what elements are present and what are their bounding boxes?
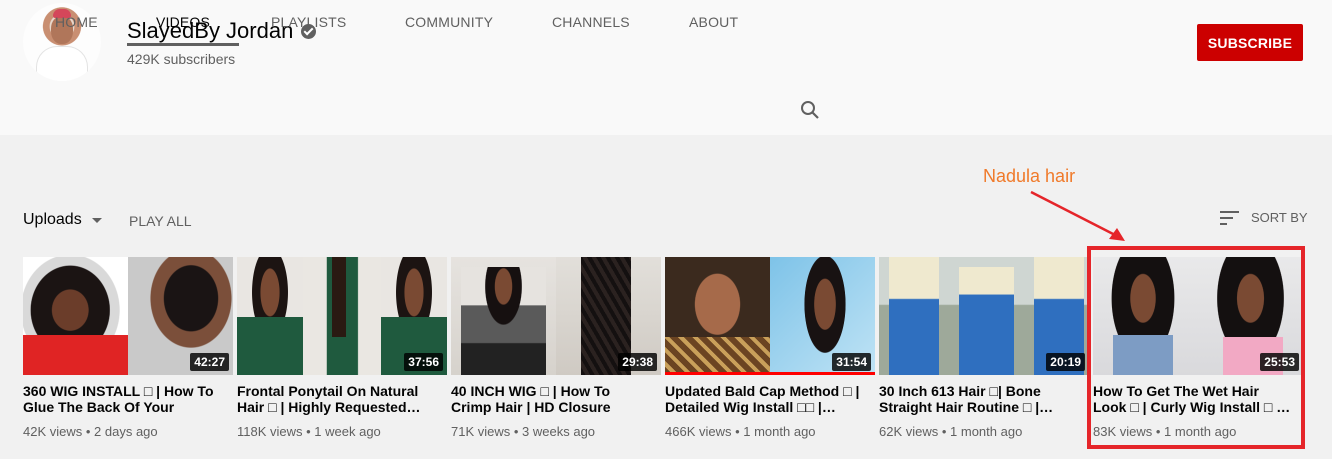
tab-community[interactable]: COMMUNITY bbox=[405, 0, 493, 46]
tab-about[interactable]: ABOUT bbox=[689, 0, 738, 46]
video-card[interactable]: 29:38 40 INCH WIG □ | How To Crimp Hair … bbox=[451, 257, 661, 439]
sort-icon bbox=[1220, 210, 1239, 225]
video-age: 2 days ago bbox=[94, 424, 158, 439]
video-thumbnail[interactable]: 31:54 bbox=[665, 257, 875, 375]
video-age: 1 week ago bbox=[314, 424, 381, 439]
video-card[interactable]: 31:54 Updated Bald Cap Method □ | Detail… bbox=[665, 257, 875, 439]
play-all-button[interactable]: PLAY ALL bbox=[129, 213, 192, 229]
video-duration: 37:56 bbox=[404, 353, 443, 371]
video-duration: 20:19 bbox=[1046, 353, 1085, 371]
video-title[interactable]: Frontal Ponytail On Natural Hair □ | Hig… bbox=[237, 383, 437, 415]
channel-header: SlayedBy Jordan 429K subscribers SUBSCRI… bbox=[0, 0, 1332, 135]
annotation-label: Nadula hair bbox=[983, 166, 1076, 186]
video-thumbnail[interactable]: 20:19 bbox=[879, 257, 1089, 375]
video-age: 1 month ago bbox=[743, 424, 816, 439]
video-views: 466K views bbox=[665, 424, 732, 439]
video-age: 1 month ago bbox=[950, 424, 1023, 439]
search-icon[interactable] bbox=[800, 100, 820, 120]
subscriber-count: 429K subscribers bbox=[127, 51, 236, 67]
video-meta: 62K views • 1 month ago bbox=[879, 424, 1023, 439]
video-card[interactable]: 20:19 30 Inch 613 Hair □| Bone Straight … bbox=[879, 257, 1089, 439]
caret-down-icon bbox=[91, 217, 102, 223]
video-title[interactable]: Updated Bald Cap Method □ | Detailed Wig… bbox=[665, 383, 865, 415]
video-duration: 42:27 bbox=[190, 353, 229, 371]
sort-by-button[interactable]: SORT BY bbox=[1220, 210, 1308, 225]
uploads-dropdown[interactable]: Uploads bbox=[23, 211, 102, 229]
video-views: 71K views bbox=[451, 424, 511, 439]
video-card[interactable]: 37:56 Frontal Ponytail On Natural Hair □… bbox=[237, 257, 447, 439]
video-thumbnail[interactable]: 29:38 bbox=[451, 257, 661, 375]
subscribe-button[interactable]: SUBSCRIBE bbox=[1197, 24, 1303, 61]
annotation-highlight-box bbox=[1087, 246, 1305, 449]
video-meta: 71K views • 3 weeks ago bbox=[451, 424, 596, 439]
video-meta: 466K views • 1 month ago bbox=[665, 424, 816, 439]
sort-by-label: SORT BY bbox=[1251, 210, 1308, 225]
tab-channels[interactable]: CHANNELS bbox=[552, 0, 630, 46]
video-age: 3 weeks ago bbox=[522, 424, 596, 439]
video-views: 62K views bbox=[879, 424, 939, 439]
video-views: 42K views bbox=[23, 424, 83, 439]
uploads-label: Uploads bbox=[23, 211, 82, 228]
video-title[interactable]: 360 WIG INSTALL □ | How To Glue The Back… bbox=[23, 383, 223, 415]
video-card[interactable]: 42:27 360 WIG INSTALL □ | How To Glue Th… bbox=[23, 257, 233, 439]
tab-home[interactable]: HOME bbox=[55, 0, 98, 46]
video-meta: 118K views • 1 week ago bbox=[237, 424, 381, 439]
video-title[interactable]: 30 Inch 613 Hair □| Bone Straight Hair R… bbox=[879, 383, 1079, 415]
video-thumbnail[interactable]: 42:27 bbox=[23, 257, 233, 375]
tab-videos[interactable]: VIDEOS bbox=[127, 0, 239, 46]
video-duration: 31:54 bbox=[832, 353, 871, 371]
tab-playlists[interactable]: PLAYLISTS bbox=[271, 0, 346, 46]
video-duration: 29:38 bbox=[618, 353, 657, 371]
annotation-arrow-icon bbox=[1030, 190, 1125, 241]
video-title[interactable]: 40 INCH WIG □ | How To Crimp Hair | HD C… bbox=[451, 383, 651, 415]
video-thumbnail[interactable]: 37:56 bbox=[237, 257, 447, 375]
watch-progress-bar bbox=[665, 372, 875, 375]
video-views: 118K views bbox=[237, 424, 303, 439]
video-meta: 42K views • 2 days ago bbox=[23, 424, 158, 439]
